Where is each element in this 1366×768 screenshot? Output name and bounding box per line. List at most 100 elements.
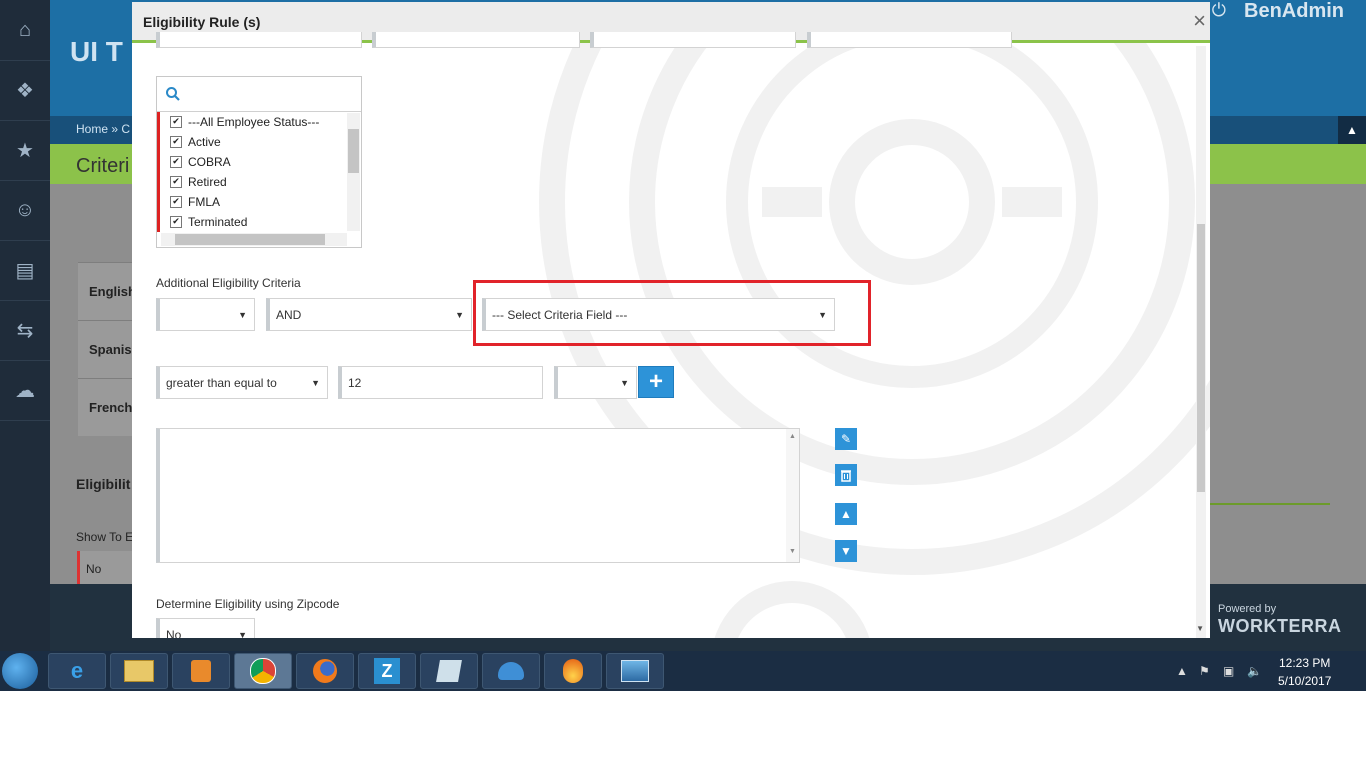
status-label: Retired [188, 175, 227, 189]
cutoff-field-2[interactable] [372, 32, 580, 48]
clock-date[interactable]: 5/10/2017 [1278, 674, 1331, 688]
select-value: greater than equal to [166, 375, 277, 390]
status-item-active[interactable]: ✔ Active [160, 132, 347, 152]
additional-criteria-label: Additional Eligibility Criteria [156, 276, 301, 290]
open-paren-select[interactable]: ▼ [156, 298, 255, 331]
checkbox-checked-icon[interactable]: ✔ [170, 156, 182, 168]
cutoff-field-4[interactable] [807, 32, 1012, 48]
caret-down-icon: ▼ [238, 630, 247, 638]
status-label: ---All Employee Status--- [188, 115, 320, 129]
status-label: COBRA [188, 155, 231, 169]
operator-select[interactable]: greater than equal to ▼ [156, 366, 328, 399]
scroll-down-icon[interactable]: ▼ [786, 548, 799, 555]
z-app-icon[interactable]: Z [358, 653, 416, 689]
chevron-up-icon[interactable]: ▲ [1338, 116, 1366, 144]
modal-title: Eligibility Rule (s) [143, 14, 261, 30]
clock-time[interactable]: 12:23 PM [1279, 656, 1330, 670]
thunderbird-icon[interactable] [482, 653, 540, 689]
modal-scrollbar[interactable] [1196, 46, 1206, 638]
status-label: Active [188, 135, 221, 149]
caret-down-icon: ▼ [455, 310, 464, 320]
zipcode-select[interactable]: No ▼ [156, 618, 255, 638]
notepad-icon[interactable] [420, 653, 478, 689]
volume-icon[interactable]: 🔈 [1247, 664, 1262, 678]
status-item-cobra[interactable]: ✔ COBRA [160, 152, 347, 172]
caret-down-icon: ▼ [620, 378, 629, 388]
home-icon[interactable]: ⌂ [0, 0, 50, 61]
chrome-icon[interactable] [234, 653, 292, 689]
logic-operator-select[interactable]: AND ▼ [266, 298, 472, 331]
move-up-icon[interactable]: ▲ [835, 503, 857, 525]
cutoff-field-3[interactable] [590, 32, 796, 48]
powered-by-brand: WORKTERRA [1218, 616, 1342, 636]
rule-textarea[interactable]: ▲ ▼ [156, 428, 800, 563]
status-label: FMLA [188, 195, 221, 209]
tray-expand-icon[interactable]: ▲ [1176, 664, 1188, 678]
highlight-box [473, 280, 871, 346]
user-star-icon[interactable]: ★ [0, 120, 50, 181]
user-icon[interactable]: ☺ [0, 180, 50, 241]
show-to-label: Show To E [76, 530, 134, 544]
status-search[interactable] [157, 77, 361, 112]
powered-by-label: Powered by [1218, 603, 1277, 615]
flame-app-icon[interactable] [544, 653, 602, 689]
checkbox-checked-icon[interactable]: ✔ [170, 136, 182, 148]
puzzle-icon[interactable]: ❖ [0, 60, 50, 121]
windows-start-icon[interactable] [2, 653, 38, 689]
checkbox-checked-icon[interactable]: ✔ [170, 116, 182, 128]
action-center-flag-icon[interactable]: ⚑ [1199, 664, 1210, 678]
caret-down-icon: ▼ [311, 378, 320, 388]
close-icon[interactable]: × [1193, 10, 1206, 32]
scroll-up-icon[interactable]: ▲ [786, 433, 799, 440]
status-item-all[interactable]: ✔ ---All Employee Status--- [160, 112, 347, 132]
select-value: AND [276, 307, 302, 322]
firefox-icon[interactable] [296, 653, 354, 689]
page-heading: Criteri [76, 155, 130, 177]
list-vertical-scrollbar[interactable] [347, 113, 360, 231]
trash-icon[interactable] [835, 464, 857, 486]
cutoff-field-1[interactable] [156, 32, 362, 48]
file-explorer-icon[interactable] [110, 653, 168, 689]
scroll-thumb[interactable] [348, 129, 359, 173]
employee-status-multiselect: ✔ ---All Employee Status--- ✔ Active ✔ COBR… [156, 76, 362, 248]
media-player-icon[interactable] [172, 653, 230, 689]
breadcrumb-separator: » [111, 122, 119, 136]
transfer-icon[interactable]: ⇆ [0, 300, 50, 361]
status-item-terminated[interactable]: ✔ Terminated [160, 212, 347, 232]
left-nav: ⌂ ❖ ★ ☺ ▤ ⇆ ☁ [0, 0, 50, 651]
criteria-value-input[interactable]: 12 [338, 366, 543, 399]
show-to-select[interactable]: No [77, 551, 132, 584]
status-item-retired[interactable]: ✔ Retired [160, 172, 347, 192]
close-paren-select[interactable]: ▼ [554, 366, 637, 399]
zipcode-label: Determine Eligibility using Zipcode [156, 597, 340, 611]
photo-viewer-icon[interactable] [606, 653, 664, 689]
eligibility-rule-modal: Eligibility Rule (s) × ✔ ---All Employee … [132, 2, 1210, 638]
breadcrumb-home[interactable]: Home [76, 122, 108, 136]
scroll-thumb[interactable] [1197, 224, 1205, 492]
status-item-fmla[interactable]: ✔ FMLA [160, 192, 347, 212]
checkbox-checked-icon[interactable]: ✔ [170, 216, 182, 228]
status-list: ✔ ---All Employee Status--- ✔ Active ✔ COBR… [157, 112, 347, 232]
checkbox-checked-icon[interactable]: ✔ [170, 196, 182, 208]
breadcrumb-next[interactable]: C [121, 122, 130, 136]
chat-icon[interactable]: ☁ [0, 360, 50, 421]
section-title: Eligibilit [76, 476, 131, 492]
add-criteria-button[interactable]: + [638, 366, 674, 398]
app-title: UI T [70, 36, 123, 67]
ie-icon[interactable]: e [48, 653, 106, 689]
select-value: No [166, 627, 182, 639]
status-label: Terminated [188, 215, 248, 229]
scroll-thumb[interactable] [175, 234, 325, 245]
bar-chart-icon[interactable]: ▤ [0, 240, 50, 301]
brand-name: BenAdmin [1244, 0, 1344, 22]
list-horizontal-scrollbar[interactable] [161, 233, 347, 246]
network-icon[interactable]: ▣ [1223, 664, 1234, 678]
breadcrumb: Home » C [76, 122, 130, 136]
checkbox-checked-icon[interactable]: ✔ [170, 176, 182, 188]
scroll-down-icon[interactable]: ▼ [1196, 624, 1204, 633]
pencil-icon[interactable]: ✎ [835, 428, 857, 450]
section-divider [1210, 503, 1330, 505]
rule-scrollbar[interactable]: ▲ ▼ [786, 429, 799, 562]
move-down-icon[interactable]: ▼ [835, 540, 857, 562]
power-icon[interactable]: ⏻ [1212, 0, 1226, 21]
